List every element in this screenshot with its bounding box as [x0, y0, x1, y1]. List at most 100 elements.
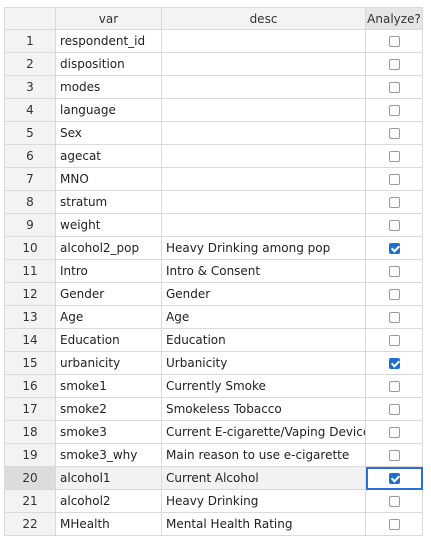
var-cell[interactable]: alcohol2	[55, 489, 162, 513]
table-row[interactable]: 7 MNO	[4, 167, 423, 191]
var-cell[interactable]: respondent_id	[55, 29, 162, 53]
analyze-cell[interactable]	[365, 259, 423, 283]
row-index-cell[interactable]: 6	[4, 144, 56, 168]
var-cell[interactable]: stratum	[55, 190, 162, 214]
analyze-checkbox[interactable]	[388, 105, 400, 116]
analyze-cell[interactable]	[365, 98, 423, 122]
desc-cell[interactable]	[161, 190, 366, 214]
table-row[interactable]: 6 agecat	[4, 144, 423, 168]
row-index-cell[interactable]: 1	[4, 29, 56, 53]
row-index-cell[interactable]: 7	[4, 167, 56, 191]
var-cell[interactable]: alcohol1	[55, 466, 162, 490]
desc-cell[interactable]: Education	[161, 328, 366, 352]
row-index-cell[interactable]: 17	[4, 397, 56, 421]
analyze-cell[interactable]	[365, 144, 423, 168]
desc-cell[interactable]: Urbanicity	[161, 351, 366, 375]
var-cell[interactable]: MHealth	[55, 512, 162, 536]
row-index-cell[interactable]: 5	[4, 121, 56, 145]
table-row[interactable]: 4 language	[4, 98, 423, 122]
analyze-cell[interactable]	[365, 328, 423, 352]
var-cell[interactable]: smoke3_why	[55, 443, 162, 467]
desc-cell[interactable]: Gender	[161, 282, 366, 306]
row-index-cell[interactable]: 15	[4, 351, 56, 375]
desc-cell[interactable]: Heavy Drinking	[161, 489, 366, 513]
row-index-cell[interactable]: 11	[4, 259, 56, 283]
desc-cell[interactable]: Main reason to use e-cigarette	[161, 443, 366, 467]
analyze-cell[interactable]	[365, 351, 423, 375]
desc-column-header[interactable]: desc	[161, 7, 366, 30]
row-index-cell[interactable]: 13	[4, 305, 56, 329]
var-cell[interactable]: Gender	[55, 282, 162, 306]
desc-cell[interactable]: Current Alcohol	[161, 466, 366, 490]
analyze-checkbox[interactable]	[388, 266, 400, 277]
desc-cell[interactable]: Intro & Consent	[161, 259, 366, 283]
analyze-cell[interactable]	[365, 443, 423, 467]
row-index-cell[interactable]: 21	[4, 489, 56, 513]
analyze-cell[interactable]	[365, 282, 423, 306]
desc-cell[interactable]: Age	[161, 305, 366, 329]
analyze-cell[interactable]	[365, 512, 423, 536]
var-cell[interactable]: urbanicity	[55, 351, 162, 375]
row-index-cell[interactable]: 20	[4, 466, 56, 490]
var-cell[interactable]: weight	[55, 213, 162, 237]
analyze-checkbox[interactable]	[388, 358, 400, 369]
row-index-cell[interactable]: 19	[4, 443, 56, 467]
var-cell[interactable]: MNO	[55, 167, 162, 191]
table-row[interactable]: 10 alcohol2_pop Heavy Drinking among pop	[4, 236, 423, 260]
var-cell[interactable]: smoke2	[55, 397, 162, 421]
desc-cell[interactable]	[161, 75, 366, 99]
table-row[interactable]: 5 Sex	[4, 121, 423, 145]
analyze-checkbox[interactable]	[388, 450, 400, 461]
var-cell[interactable]: Education	[55, 328, 162, 352]
analyze-checkbox[interactable]	[388, 59, 400, 70]
table-row[interactable]: 1 respondent_id	[4, 29, 423, 53]
analyze-cell[interactable]	[365, 466, 423, 490]
analyze-cell[interactable]	[365, 167, 423, 191]
analyze-checkbox[interactable]	[388, 220, 400, 231]
analyze-checkbox[interactable]	[388, 128, 400, 139]
desc-cell[interactable]: Heavy Drinking among pop	[161, 236, 366, 260]
analyze-cell[interactable]	[365, 121, 423, 145]
table-row[interactable]: 2 disposition	[4, 52, 423, 76]
desc-cell[interactable]	[161, 144, 366, 168]
row-index-cell[interactable]: 16	[4, 374, 56, 398]
desc-cell[interactable]: Currently Smoke	[161, 374, 366, 398]
var-cell[interactable]: disposition	[55, 52, 162, 76]
table-row[interactable]: 21 alcohol2 Heavy Drinking	[4, 489, 423, 513]
analyze-checkbox[interactable]	[388, 381, 400, 392]
analyze-checkbox[interactable]	[388, 312, 400, 323]
analyze-checkbox[interactable]	[388, 473, 400, 484]
table-row[interactable]: 20 alcohol1 Current Alcohol	[4, 466, 423, 490]
table-row[interactable]: 12 Gender Gender	[4, 282, 423, 306]
desc-cell[interactable]	[161, 52, 366, 76]
var-cell[interactable]: smoke1	[55, 374, 162, 398]
desc-cell[interactable]	[161, 98, 366, 122]
desc-cell[interactable]: Current E-cigarette/Vaping Device	[161, 420, 366, 444]
analyze-cell[interactable]	[365, 397, 423, 421]
table-row[interactable]: 13 Age Age	[4, 305, 423, 329]
var-cell[interactable]: Sex	[55, 121, 162, 145]
var-cell[interactable]: alcohol2_pop	[55, 236, 162, 260]
analyze-checkbox[interactable]	[388, 174, 400, 185]
desc-cell[interactable]: Mental Health Rating	[161, 512, 366, 536]
row-index-cell[interactable]: 22	[4, 512, 56, 536]
analyze-checkbox[interactable]	[388, 82, 400, 93]
var-cell[interactable]: smoke3	[55, 420, 162, 444]
var-cell[interactable]: agecat	[55, 144, 162, 168]
analyze-cell[interactable]	[365, 236, 423, 260]
analyze-checkbox[interactable]	[388, 243, 400, 254]
analyze-checkbox[interactable]	[388, 197, 400, 208]
table-row[interactable]: 14 Education Education	[4, 328, 423, 352]
table-row[interactable]: 17 smoke2 Smokeless Tobacco	[4, 397, 423, 421]
analyze-cell[interactable]	[365, 213, 423, 237]
analyze-cell[interactable]	[365, 305, 423, 329]
row-index-cell[interactable]: 14	[4, 328, 56, 352]
desc-cell[interactable]	[161, 121, 366, 145]
analyze-cell[interactable]	[365, 420, 423, 444]
table-row[interactable]: 11 Intro Intro & Consent	[4, 259, 423, 283]
table-row[interactable]: 15 urbanicity Urbanicity	[4, 351, 423, 375]
analyze-cell[interactable]	[365, 52, 423, 76]
row-index-cell[interactable]: 10	[4, 236, 56, 260]
analyze-cell[interactable]	[365, 75, 423, 99]
var-cell[interactable]: Age	[55, 305, 162, 329]
